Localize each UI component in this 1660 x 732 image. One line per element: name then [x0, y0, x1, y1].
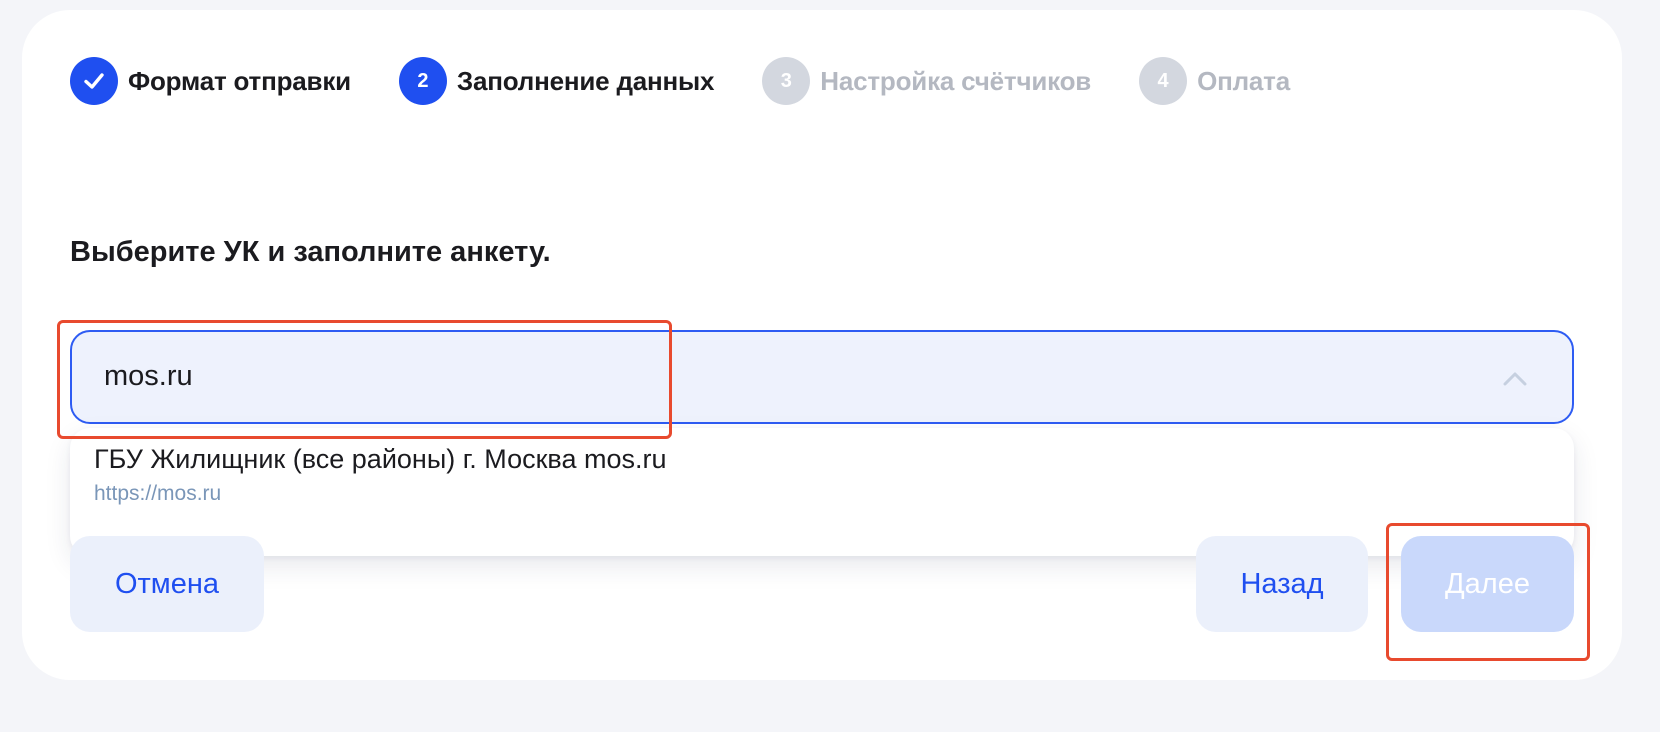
- step-payment-label: Оплата: [1197, 65, 1290, 96]
- step-data-label: Заполнение данных: [456, 65, 715, 96]
- dropdown-option-url: https://mos.ru: [94, 482, 222, 505]
- stepper: Формат отправки 2 Заполнение данных 3 На…: [70, 56, 1338, 106]
- uk-search-input[interactable]: [104, 360, 664, 393]
- form-heading: Выберите УК и заполните анкету.: [70, 236, 551, 268]
- step-format[interactable]: Формат отправки: [70, 57, 351, 105]
- step-meters: 3 Настройка счётчиков: [762, 57, 1091, 105]
- step-data[interactable]: 2 Заполнение данных: [398, 57, 715, 105]
- step-data-number: 2: [398, 57, 447, 105]
- step-meters-label: Настройка счётчиков: [820, 65, 1092, 96]
- back-button[interactable]: Назад: [1196, 536, 1368, 632]
- next-button[interactable]: Далее: [1401, 536, 1574, 632]
- dropdown-option-title: ГБУ Жилищник (все районы) г. Москва mos.…: [94, 444, 667, 474]
- step-payment: 4 Оплата: [1139, 57, 1290, 105]
- step-meters-number: 3: [762, 57, 811, 105]
- cancel-button[interactable]: Отмена: [70, 536, 264, 632]
- uk-select[interactable]: [70, 330, 1574, 424]
- step-payment-number: 4: [1139, 57, 1188, 105]
- check-icon: [70, 57, 118, 105]
- chevron-up-icon[interactable]: [1498, 362, 1532, 396]
- step-format-label: Формат отправки: [128, 65, 351, 96]
